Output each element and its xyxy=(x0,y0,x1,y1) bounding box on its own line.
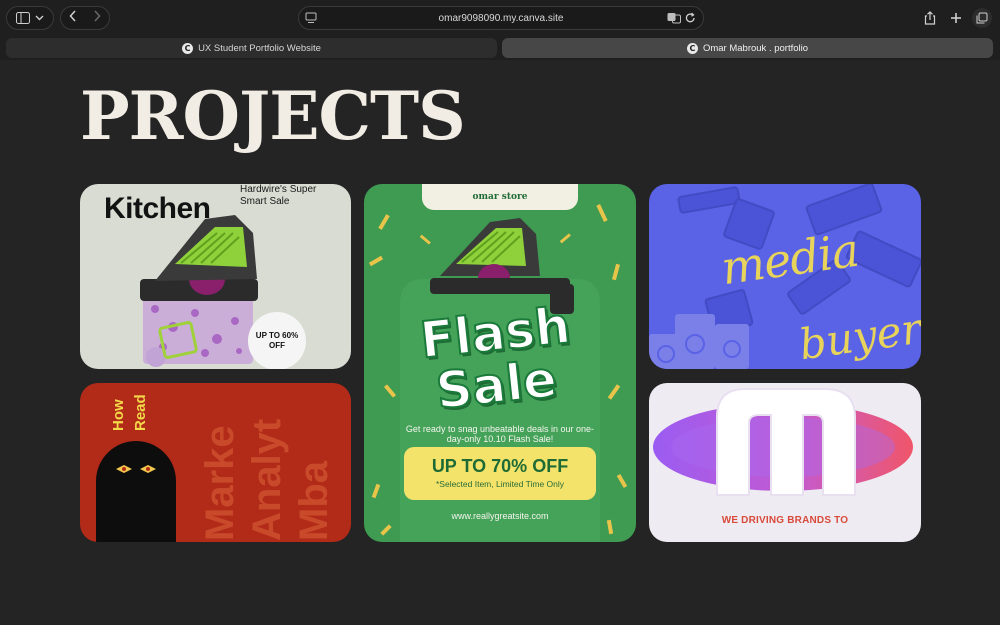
page-title: PROJECTS xyxy=(80,77,466,155)
project-card-media-buyer[interactable]: media buyer xyxy=(649,184,921,369)
howto-word-mba: Mba xyxy=(292,461,336,541)
project-card-kitchen[interactable]: Kitchen Hardwire's Super Smart Sale UP T… xyxy=(80,184,351,369)
forward-button[interactable] xyxy=(93,9,101,27)
back-button[interactable] xyxy=(69,9,77,27)
howto-word-market: Marke xyxy=(198,425,242,541)
canva-favicon-icon: C xyxy=(182,42,194,54)
share-icon xyxy=(924,11,936,25)
flash-description: Get ready to snag unbeatable deals in ou… xyxy=(405,424,595,444)
plus-icon xyxy=(951,13,961,23)
project-card-brand[interactable]: WE DRIVING BRANDS TO xyxy=(649,383,921,542)
kitchen-subtitle: Hardwire's Super Smart Sale xyxy=(240,184,317,207)
translate-icon[interactable] xyxy=(667,12,681,24)
page-menu-icon[interactable] xyxy=(305,12,317,24)
tab-overview-button[interactable] xyxy=(972,8,992,28)
project-card-how-to-read[interactable]: How Read Marke Analyt Mba xyxy=(80,383,351,542)
reload-icon[interactable] xyxy=(685,12,696,24)
howto-word-read: Read xyxy=(132,394,149,431)
chevron-down-icon xyxy=(35,15,44,21)
sidebar-toggle-button[interactable] xyxy=(6,6,54,30)
browser-toolbar: omar9098090.my.canva.site xyxy=(0,0,1000,36)
hooded-figure-image xyxy=(96,441,176,542)
tab-bar: C UX Student Portfolio Website C Omar Ma… xyxy=(0,36,1000,60)
howto-word-analyt: Analyt xyxy=(245,418,289,541)
deal-note: *Selected Item, Limited Time Only xyxy=(435,479,565,489)
back-icon xyxy=(69,10,76,22)
brand-tagline: WE DRIVING BRANDS TO xyxy=(721,515,849,526)
new-tab-button[interactable] xyxy=(946,6,966,30)
tab-label: Omar Mabrouk . portfolio xyxy=(702,42,809,54)
canva-favicon-icon: C xyxy=(686,42,698,54)
forward-icon xyxy=(94,10,101,22)
sidebar-icon xyxy=(15,12,30,24)
navigation-buttons xyxy=(60,6,110,30)
deal-headline: UP TO 70% OFF xyxy=(431,456,569,476)
address-bar[interactable]: omar9098090.my.canva.site xyxy=(298,6,704,30)
store-banner: omar store xyxy=(422,184,578,210)
grater-attachment-image xyxy=(146,321,198,367)
project-card-flash-sale[interactable]: omar store Flash Sale Get ready to snag … xyxy=(364,184,636,542)
tab-omar-portfolio[interactable]: C Omar Mabrouk . portfolio xyxy=(502,38,993,58)
url-text: omar9098090.my.canva.site xyxy=(438,12,564,24)
tab-ux-student-portfolio[interactable]: C UX Student Portfolio Website xyxy=(6,38,497,58)
tab-overview-icon xyxy=(976,12,988,24)
howto-word-how: How xyxy=(110,399,127,431)
tab-label: UX Student Portfolio Website xyxy=(198,42,321,54)
discount-badge: UP TO 60% OFF xyxy=(248,312,306,369)
deal-box: UP TO 70% OFF *Selected Item, Limited Ti… xyxy=(404,447,596,500)
share-button[interactable] xyxy=(920,6,940,30)
flash-website: www.reallygreatsite.com xyxy=(451,511,549,521)
